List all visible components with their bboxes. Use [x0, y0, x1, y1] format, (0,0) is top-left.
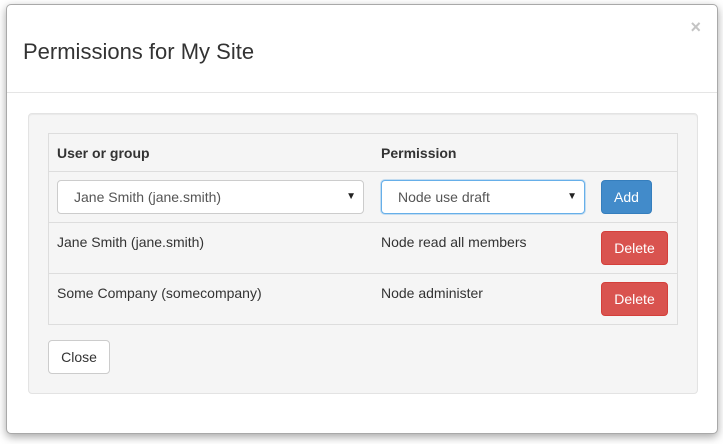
table-row: Some Company (somecompany) Node administ…: [49, 273, 677, 324]
chevron-down-icon: ▼: [346, 191, 356, 202]
add-button[interactable]: Add: [601, 180, 652, 214]
row-permission: Node administer: [381, 285, 483, 301]
permissions-dialog: Permissions for My Site × User or group …: [6, 4, 718, 434]
chevron-down-icon: ▼: [567, 191, 577, 202]
dialog-header: Permissions for My Site ×: [7, 5, 717, 93]
row-user: Jane Smith (jane.smith): [57, 234, 205, 250]
permissions-panel: User or group Permission Jane Smith (jan…: [28, 113, 698, 394]
delete-button[interactable]: Delete: [601, 282, 668, 316]
close-button[interactable]: Close: [48, 340, 110, 374]
table-row: Jane Smith (jane.smith) Node read all me…: [49, 222, 677, 273]
user-or-group-header: User or group: [57, 145, 150, 161]
table-header-row: User or group Permission: [49, 134, 677, 171]
user-select-value: Jane Smith (jane.smith): [74, 189, 222, 205]
row-permission: Node read all members: [381, 234, 527, 250]
close-icon[interactable]: ×: [690, 17, 701, 37]
row-user: Some Company (somecompany): [57, 285, 262, 301]
permission-header: Permission: [381, 145, 457, 161]
new-permission-row: Jane Smith (jane.smith) ▼ Node use draft…: [49, 171, 677, 222]
permissions-table: User or group Permission Jane Smith (jan…: [48, 133, 678, 325]
dialog-title: Permissions for My Site: [23, 39, 255, 64]
user-select[interactable]: Jane Smith (jane.smith) ▼: [57, 180, 364, 214]
delete-button[interactable]: Delete: [601, 231, 668, 265]
permission-select[interactable]: Node use draft ▼: [381, 180, 585, 214]
permission-select-value: Node use draft: [398, 189, 490, 205]
